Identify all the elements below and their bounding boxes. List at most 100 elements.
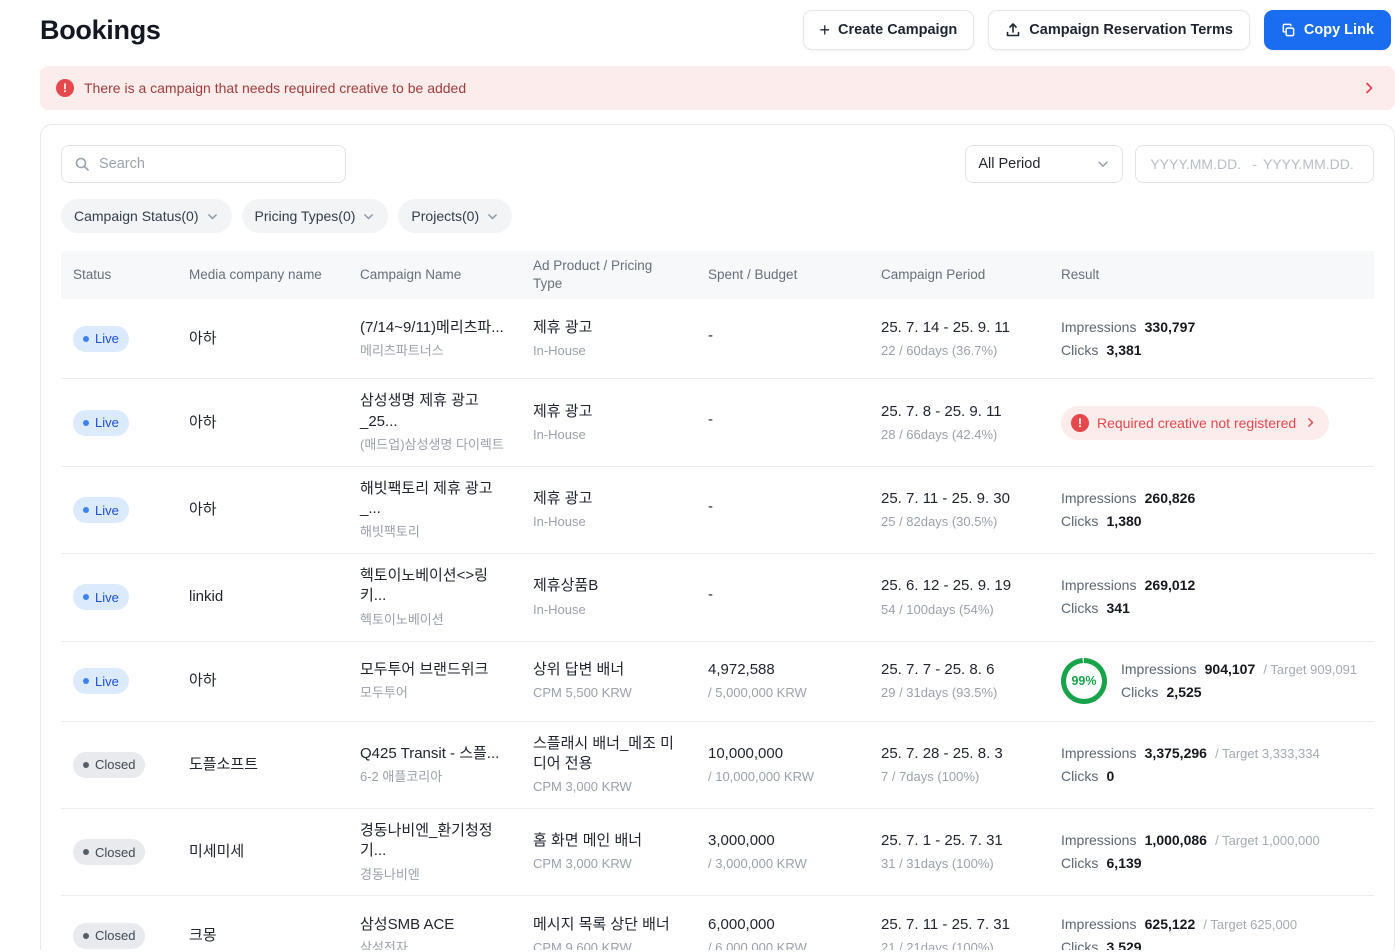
clicks-label: Clicks [1061,767,1099,784]
period-dates: 25. 7. 14 - 25. 9. 11 [881,318,1010,336]
table-row[interactable]: Live 아하 (7/14~9/11)메리츠파... 메리츠파트너스 제휴 광고… [61,299,1374,380]
clicks-value: 0 [1106,767,1115,784]
spent-budget-cell: - [696,314,869,363]
spent-amount: 10,000,000 [708,744,784,762]
projects-filter[interactable]: Projects(0) [398,199,513,233]
spent-budget-cell: 3,000,000 / 3,000,000 KRW [696,819,869,885]
table-row[interactable]: Live 아하 모두투어 브랜드위크 모두투어 상위 답변 배너 CPM 5,5… [61,642,1374,722]
campaign-period-cell: 25. 7. 11 - 25. 9. 30 25 / 82days (30.5%… [869,477,1049,543]
ad-product-cell: 스플래시 배너_메조 미디어 전용 CPM 3,000 KRW [521,722,696,808]
ad-product-cell: 상위 답변 배너 CPM 5,500 KRW [521,648,696,714]
ad-product-cell: 메시지 목록 상단 배너 CPM 9,600 KRW [521,903,696,950]
search-input[interactable] [99,156,333,172]
ad-product-cell: 제휴상품B In-House [521,564,696,630]
period-progress: 7 / 7days (100%) [881,768,980,784]
search-icon [75,157,89,171]
status-cell: Live [61,572,177,622]
ad-product-cell: 제휴 광고 In-House [521,306,696,372]
budget-amount: / 5,000,000 KRW [708,685,807,701]
media-company-cell: 아하 [177,659,348,703]
chevron-down-icon [364,213,374,219]
status-label: Closed [95,757,136,773]
table-row[interactable]: Closed 도플소프트 Q425 Transit - 스플... 6-2 애플… [61,722,1374,809]
impressions-target: / Target 625,000 [1203,916,1298,932]
chevron-right-icon[interactable] [1361,80,1377,96]
status-badge: Live [73,409,129,436]
column-campaign-name: Campaign Name [360,267,462,283]
table-row[interactable]: Live linkid 헥토이노베이션<>링키... 헥토이노베이션 제휴상품B… [61,554,1374,642]
period-progress: 21 / 21days (100%) [881,940,994,950]
impressions-target: / Target 1,000,000 [1215,833,1320,849]
clicks-value: 6,139 [1106,855,1142,872]
campaign-period-cell: 25. 7. 1 - 25. 7. 31 31 / 31days (100%) [869,819,1049,885]
table-header: Status Media company name Campaign Name … [61,251,1374,300]
column-spent-budget: Spent / Budget [708,267,798,283]
table-row[interactable]: Live 아하 해빗팩토리 제휴 광고_... 해빗팩토리 제휴 광고 In-H… [61,467,1374,555]
period-progress: 28 / 66days (42.4%) [881,426,998,442]
media-company-cell: 도플소프트 [177,743,348,787]
media-company-cell: 미세미세 [177,830,348,874]
ad-product: 제휴 광고 [533,402,593,420]
campaign-name-cell: (7/14~9/11)메리츠파... 메리츠파트너스 [348,306,521,372]
result-cell: ! Required creative not registered Impre… [1049,394,1374,452]
pricing-type: In-House [533,426,586,442]
plus-icon: + [819,20,831,40]
clicks-label: Clicks [1121,684,1159,701]
ad-product: 제휴 광고 [533,489,593,507]
table-row[interactable]: Live 아하 삼성생명 제휴 광고_25... (매드업)삼성생명 다이렉트 … [61,379,1374,467]
clicks-label: Clicks [1061,513,1099,530]
required-creative-warning[interactable]: ! Required creative not registered [1061,405,1330,440]
result-metrics: Impressions 330,797 Clicks 3,381 [1061,315,1199,363]
media-company-name: 아하 [189,413,217,431]
status-cell: Closed [61,911,177,950]
campaign-advertiser: 삼성전자 [360,940,408,950]
period-dates: 25. 7. 11 - 25. 9. 30 [881,489,1010,507]
status-dot-icon [83,932,89,939]
error-icon: ! [56,79,74,97]
campaign-period-cell: 25. 7. 11 - 25. 7. 31 21 / 21days (100%) [869,903,1049,950]
budget-amount: / 3,000,000 KRW [708,856,807,872]
period-select[interactable]: All Period [965,145,1124,183]
create-campaign-button[interactable]: + Create Campaign [802,10,975,50]
creative-required-alert[interactable]: ! There is a campaign that needs require… [40,66,1395,110]
result-cell: ! Impressions 269,012 Clicks 341 [1049,561,1374,633]
date-end-input[interactable] [1263,156,1359,172]
impressions-value: 3,375,296 [1144,744,1207,761]
status-dot-icon [83,849,89,856]
pricing-types-filter[interactable]: Pricing Types(0) [241,199,389,233]
result-cell: ! Impressions 625,122 / Target 625,000 C… [1049,900,1374,950]
copy-link-button[interactable]: Copy Link [1263,10,1391,50]
chevron-right-icon [1308,418,1314,428]
campaign-period-cell: 25. 7. 28 - 25. 8. 3 7 / 7days (100%) [869,732,1049,798]
result-metrics: Impressions 3,375,296 / Target 3,333,334… [1061,741,1320,789]
spent-budget-cell: 10,000,000 / 10,000,000 KRW [696,732,869,798]
status-dot-icon [83,761,89,768]
campaign-reservation-terms-button[interactable]: Campaign Reservation Terms [988,10,1250,50]
date-start-input[interactable] [1150,156,1247,172]
status-label: Live [95,589,119,605]
toolbar: All Period - [41,125,1394,183]
status-dot-icon [83,678,89,685]
ad-product: 홈 화면 메인 배너 [533,832,643,850]
chevron-down-icon [488,213,497,219]
clicks-label: Clicks [1061,938,1099,950]
campaign-status-filter[interactable]: Campaign Status(0) [61,199,232,233]
table-row[interactable]: Closed 크몽 삼성SMB ACE 삼성전자 메시지 목록 상단 배너 CP… [61,896,1374,950]
impressions-label: Impressions [1121,661,1197,678]
search-box [61,145,346,183]
impressions-label: Impressions [1061,490,1137,507]
error-icon: ! [1071,413,1089,432]
media-company-name: 크몽 [189,926,217,944]
period-dates: 25. 6. 12 - 25. 9. 19 [881,577,1012,595]
table-row[interactable]: Closed 미세미세 경동나비엔_환기청정기... 경동나비엔 홈 화면 메인… [61,809,1374,897]
status-cell: Closed [61,740,177,790]
page-title: Bookings [40,14,161,45]
spent-budget-cell: - [696,398,869,447]
column-status: Status [73,267,112,283]
status-label: Live [95,415,119,431]
budget-amount: / 10,000,000 KRW [708,768,814,784]
result-metrics: Impressions 1,000,086 / Target 1,000,000… [1061,828,1320,876]
campaign-period-cell: 25. 7. 7 - 25. 8. 6 29 / 31days (93.5%) [869,648,1049,714]
impressions-target: / Target 3,333,334 [1215,745,1320,761]
period-dates: 25. 7. 8 - 25. 9. 11 [881,402,1002,420]
